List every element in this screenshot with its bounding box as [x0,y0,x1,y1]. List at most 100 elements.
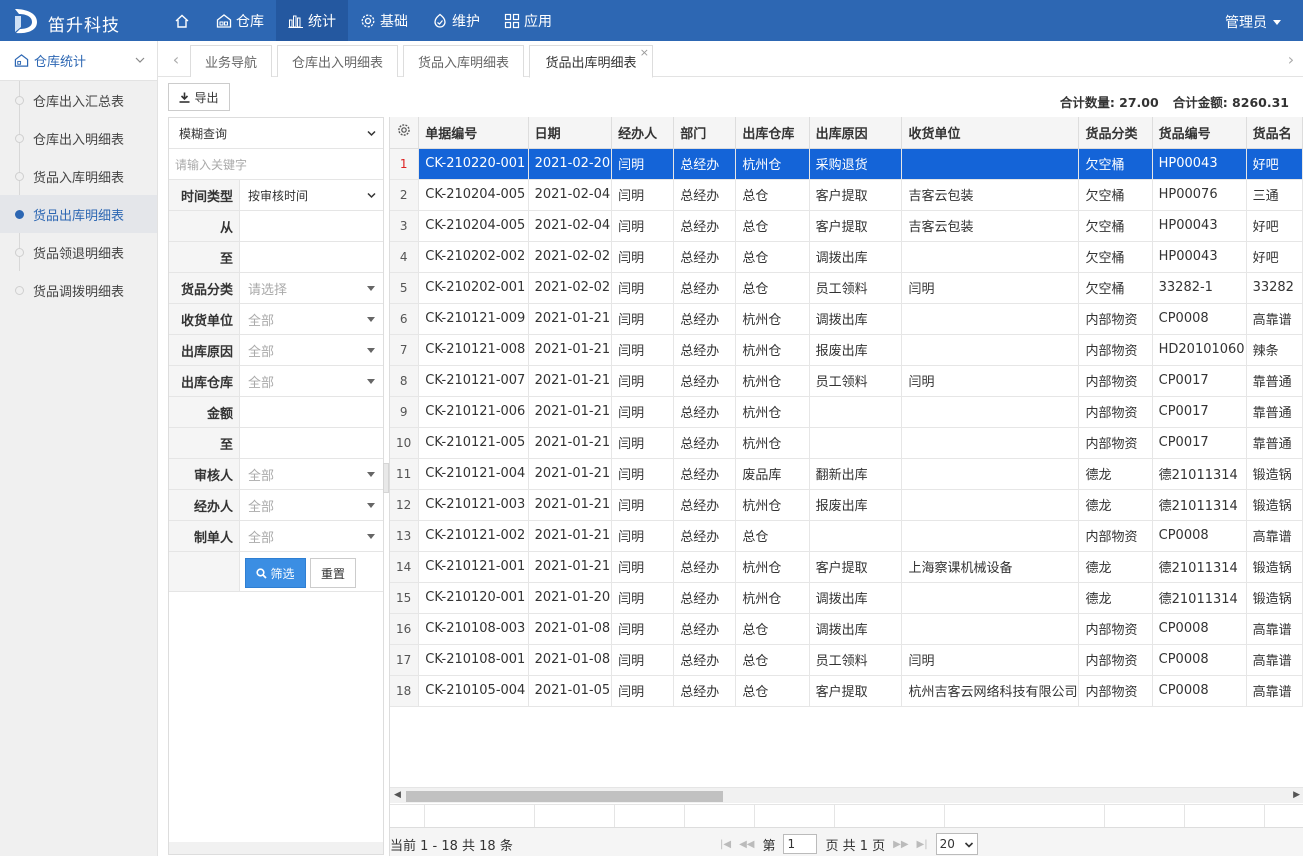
column-settings[interactable] [390,117,420,149]
cell-category[interactable]: 欠空桶 [1078,210,1153,242]
cell-doc-no[interactable]: CK-210202-002 [418,241,529,273]
cell-item-code[interactable]: HP00043 [1152,148,1247,180]
cell-handler[interactable]: 闫明 [611,458,675,490]
cell-receiver[interactable] [901,520,1080,552]
cell-item-name[interactable]: 锻造锅 [1246,582,1303,614]
column-header-dept[interactable]: 部门 [673,117,737,149]
cell-item-name[interactable]: 33282 [1246,272,1303,304]
column-header-doc-no[interactable]: 单据编号 [418,117,529,149]
cell-item-name[interactable]: 锻造锅 [1246,551,1303,583]
cell-date[interactable]: 2021-01-21 [528,427,613,459]
table-row[interactable]: 17 CK-210108-001 2021-01-08 闫明 总经办 总仓 员工领料 闫明 内部… [390,644,1303,676]
tab-warehouse-detail[interactable]: 仓库出入明细表 [277,45,398,77]
cell-reason[interactable]: 采购退货 [809,148,903,180]
cell-doc-no[interactable]: CK-210121-009 [418,303,529,335]
cell-date[interactable]: 2021-02-02 [528,241,613,273]
cell-dept[interactable]: 总经办 [673,551,737,583]
cell-category[interactable]: 德龙 [1078,458,1153,490]
filter-button[interactable]: 筛选 [245,558,306,588]
cell-item-name[interactable]: 高靠谱 [1246,644,1303,676]
date-to-input[interactable] [240,242,383,272]
cell-category[interactable]: 内部物资 [1078,427,1153,459]
handler-select[interactable]: 全部 [240,490,383,520]
cell-item-code[interactable]: CP0008 [1152,675,1247,707]
table-row[interactable]: 4 CK-210202-002 2021-02-02 闫明 总经办 总仓 调拨出库 欠空桶 HP… [390,241,1303,273]
search-mode-select[interactable]: 模糊查询 [169,118,383,149]
cell-reason[interactable]: 调拨出库 [809,303,903,335]
sidebar-item-outbound-detail[interactable]: 货品出库明细表 [0,195,157,233]
cell-handler[interactable]: 闫明 [611,334,675,366]
cell-handler[interactable]: 闫明 [611,613,675,645]
table-row[interactable]: 16 CK-210108-003 2021-01-08 闫明 总经办 总仓 调拨出库 内部物资… [390,613,1303,645]
cell-receiver[interactable] [901,148,1080,180]
time-type-select[interactable]: 按审核时间 [240,180,383,210]
cell-reason[interactable]: 报废出库 [809,334,903,366]
cell-doc-no[interactable]: CK-210220-001 [418,148,529,180]
cell-warehouse[interactable]: 杭州仓 [735,396,810,428]
cell-warehouse[interactable]: 杭州仓 [735,489,810,521]
horizontal-scrollbar[interactable]: ◀ ▶ [390,787,1303,803]
auditor-select[interactable]: 全部 [240,459,383,489]
nav-home[interactable] [160,0,204,41]
table-row[interactable]: 10 CK-210121-005 2021-01-21 闫明 总经办 杭州仓 内部物资 CP0… [390,427,1303,459]
reset-button[interactable]: 重置 [310,558,356,588]
table-row[interactable]: 9 CK-210121-006 2021-01-21 闫明 总经办 杭州仓 内部物资 CP00… [390,396,1303,428]
cell-item-code[interactable]: CP0008 [1152,644,1247,676]
tab-outbound-detail[interactable]: 货品出库明细表 × [529,45,653,78]
cell-category[interactable]: 内部物资 [1078,613,1153,645]
cell-reason[interactable]: 翻新出库 [809,458,903,490]
cell-category[interactable]: 内部物资 [1078,303,1153,335]
cell-receiver[interactable] [901,396,1080,428]
cell-warehouse[interactable]: 总仓 [735,644,810,676]
column-header-date[interactable]: 日期 [528,117,613,149]
cell-doc-no[interactable]: CK-210121-007 [418,365,529,397]
cell-dept[interactable]: 总经办 [673,489,737,521]
cell-receiver[interactable] [901,303,1080,335]
cell-item-code[interactable]: CP0008 [1152,613,1247,645]
cell-dept[interactable]: 总经办 [673,241,737,273]
table-row[interactable]: 5 CK-210202-001 2021-02-02 闫明 总经办 总仓 员工领料 闫明 欠空桶… [390,272,1303,304]
tab-scroll-left-icon[interactable]: ‹ [166,41,186,77]
cell-warehouse[interactable]: 杭州仓 [735,334,810,366]
cell-reason[interactable]: 调拨出库 [809,613,903,645]
cell-reason[interactable]: 员工领料 [809,644,903,676]
cell-doc-no[interactable]: CK-210108-003 [418,613,529,645]
cell-date[interactable]: 2021-01-08 [528,613,613,645]
cell-receiver[interactable]: 上海察课机械设备 [901,551,1080,583]
cell-receiver[interactable]: 吉客云包装 [901,210,1080,242]
scroll-right-icon[interactable]: ▶ [1293,790,1300,800]
sidebar-header[interactable]: 仓库统计 [0,41,157,81]
cell-reason[interactable]: 客户提取 [809,675,903,707]
date-from-input[interactable] [240,211,383,241]
table-row[interactable]: 6 CK-210121-009 2021-01-21 闫明 总经办 杭州仓 调拨出库 内部物资… [390,303,1303,335]
warehouse-select[interactable]: 全部 [240,366,383,396]
cell-item-code[interactable]: HD20101060 [1152,334,1247,366]
cell-category[interactable]: 欠空桶 [1078,179,1153,211]
sidebar-item-warehouse-detail[interactable]: 仓库出入明细表 [0,119,157,157]
export-button[interactable]: 导出 [168,83,230,111]
category-select[interactable]: 请选择 [240,273,383,303]
sidebar-item-transfer-detail[interactable]: 货品调拨明细表 [0,271,157,309]
cell-handler[interactable]: 闫明 [611,551,675,583]
table-row[interactable]: 2 CK-210204-005 2021-02-04 闫明 总经办 总仓 客户提取 吉客云包装… [390,179,1303,211]
cell-dept[interactable]: 总经办 [673,613,737,645]
cell-doc-no[interactable]: CK-210204-005 [418,210,529,242]
cell-handler[interactable]: 闫明 [611,582,675,614]
cell-category[interactable]: 内部物资 [1078,520,1153,552]
cell-reason[interactable]: 客户提取 [809,551,903,583]
cell-handler[interactable]: 闫明 [611,210,675,242]
amount-from-input[interactable] [240,397,383,427]
cell-reason[interactable]: 客户提取 [809,179,903,211]
cell-warehouse[interactable]: 废品库 [735,458,810,490]
cell-doc-no[interactable]: CK-210121-006 [418,396,529,428]
cell-receiver[interactable] [901,427,1080,459]
cell-reason[interactable]: 报废出库 [809,489,903,521]
last-page-icon[interactable]: ▶| [917,839,928,850]
cell-handler[interactable]: 闫明 [611,179,675,211]
cell-category[interactable]: 欠空桶 [1078,148,1153,180]
reason-select[interactable]: 全部 [240,335,383,365]
cell-warehouse[interactable]: 杭州仓 [735,551,810,583]
cell-date[interactable]: 2021-01-21 [528,551,613,583]
cell-warehouse[interactable]: 总仓 [735,272,810,304]
cell-item-name[interactable]: 锻造锅 [1246,489,1303,521]
